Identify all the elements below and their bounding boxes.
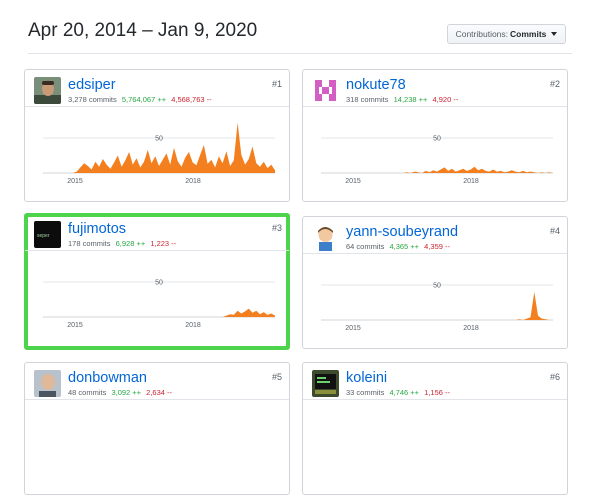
- user-avatar[interactable]: [312, 224, 339, 251]
- deletions-count: 4,920 --: [432, 95, 459, 104]
- x-tick-label: 2018: [463, 178, 479, 185]
- rank-label: #3: [271, 223, 282, 233]
- rank-label: #5: [271, 372, 282, 382]
- deletions-count: 4,568,763 --: [171, 95, 212, 104]
- deletions-count: 4,359 --: [424, 242, 451, 251]
- header-divider: [28, 53, 572, 54]
- contributor-card: nokute78 318 commits 14,238 ++ 4,920 -- …: [302, 69, 568, 202]
- commit-count: 318 commits: [346, 95, 389, 104]
- user-avatar[interactable]: [312, 370, 339, 397]
- deletions-count: 1,223 --: [150, 239, 177, 248]
- rank-label: #2: [549, 79, 560, 89]
- y-tick-label: 50: [155, 280, 163, 287]
- username-link[interactable]: fujimotos: [68, 221, 126, 237]
- contribution-stats: 3,278 commits 5,764,067 ++ 4,568,763 --: [68, 95, 212, 104]
- x-tick-label: 2018: [185, 322, 201, 329]
- username-link[interactable]: nokute78: [346, 77, 406, 93]
- commit-count: 178 commits: [68, 239, 111, 248]
- rank-label: #6: [549, 372, 560, 382]
- date-range-title: Apr 20, 2014 – Jan 9, 2020: [28, 20, 258, 41]
- contribution-stats: 178 commits 6,928 ++ 1,223 --: [68, 239, 176, 248]
- contributor-card-highlighted: seper fujimotos 178 commits 6,928 ++ 1,2…: [24, 213, 290, 350]
- additions-count: 5,764,067 ++: [121, 95, 167, 104]
- contributor-card: yann-soubeyrand 64 commits 4,365 ++ 4,35…: [302, 216, 568, 349]
- commit-area-series: [43, 308, 275, 317]
- svg-text:seper: seper: [37, 233, 50, 239]
- y-tick-label: 50: [433, 283, 441, 290]
- commit-activity-chart: 50 2015 2018: [321, 283, 553, 332]
- contribution-stats: 33 commits 4,746 ++ 1,156 --: [346, 388, 450, 397]
- additions-count: 6,928 ++: [115, 239, 146, 248]
- contributor-card: donbowman 48 commits 3,092 ++ 2,634 -- #…: [24, 362, 290, 495]
- contributor-card: edsiper 3,278 commits 5,764,067 ++ 4,568…: [24, 69, 290, 202]
- additions-count: 4,365 ++: [389, 242, 420, 251]
- username-link[interactable]: edsiper: [68, 77, 116, 93]
- commit-count: 48 commits: [68, 388, 107, 397]
- contributor-card: koleini 33 commits 4,746 ++ 1,156 -- #6: [302, 362, 568, 495]
- x-tick-label: 2015: [345, 178, 361, 185]
- x-tick-label: 2018: [463, 325, 479, 332]
- commit-area-series: [321, 166, 553, 173]
- rank-label: #1: [271, 79, 282, 89]
- username-link[interactable]: donbowman: [68, 370, 147, 386]
- rank-label: #4: [549, 226, 560, 236]
- x-tick-label: 2015: [67, 322, 83, 329]
- contributions-value: Commits: [510, 29, 547, 39]
- contributions-label: Contributions:: [455, 29, 509, 39]
- commit-area-series: [321, 292, 553, 320]
- commit-area-series: [43, 122, 275, 173]
- additions-count: 4,746 ++: [389, 388, 420, 397]
- contribution-stats: 318 commits 14,238 ++ 4,920 --: [346, 95, 458, 104]
- commit-count: 3,278 commits: [68, 95, 117, 104]
- x-tick-label: 2015: [67, 178, 83, 185]
- commit-count: 64 commits: [346, 242, 385, 251]
- commit-activity-chart: 50 2015 2018: [43, 280, 275, 329]
- y-tick-label: 50: [433, 136, 441, 143]
- contribution-stats: 48 commits 3,092 ++ 2,634 --: [68, 388, 172, 397]
- caret-down-icon: [551, 32, 558, 36]
- y-tick-label: 50: [155, 136, 163, 143]
- user-avatar[interactable]: [34, 370, 61, 397]
- commit-activity-chart: 50 2015 2018: [43, 122, 275, 185]
- x-tick-label: 2015: [345, 325, 361, 332]
- deletions-count: 1,156 --: [424, 388, 451, 397]
- user-avatar[interactable]: [312, 77, 339, 104]
- commit-activity-chart: 50 2015 2018: [321, 136, 553, 185]
- username-link[interactable]: koleini: [346, 370, 387, 386]
- username-link[interactable]: yann-soubeyrand: [346, 224, 458, 240]
- contribution-stats: 64 commits 4,365 ++ 4,359 --: [346, 242, 450, 251]
- contributions-dropdown[interactable]: Contributions: Commits: [447, 24, 566, 44]
- deletions-count: 2,634 --: [146, 388, 173, 397]
- user-avatar[interactable]: [34, 77, 61, 104]
- x-tick-label: 2018: [185, 178, 201, 185]
- commit-count: 33 commits: [346, 388, 385, 397]
- additions-count: 3,092 ++: [111, 388, 142, 397]
- additions-count: 14,238 ++: [393, 95, 428, 104]
- user-avatar[interactable]: seper: [34, 221, 61, 248]
